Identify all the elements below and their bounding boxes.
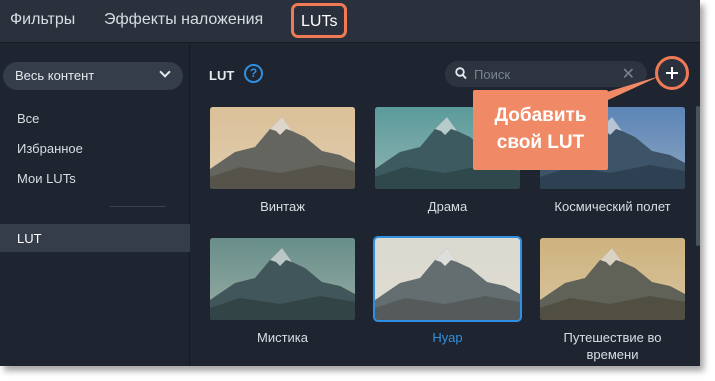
chevron-down-icon: [159, 66, 171, 78]
tab-overlay-effects[interactable]: Эффекты наложения: [104, 11, 263, 29]
lut-card[interactable]: Путешествие во времени: [540, 238, 685, 363]
lut-card-label: Путешествие во времени: [563, 330, 662, 362]
lut-card-label: Винтаж: [260, 199, 305, 214]
tab-luts[interactable]: LUTs: [291, 3, 348, 38]
sidebar-divider: [110, 206, 166, 207]
sidebar: Весь контент Все Избранное Мои LUTs LUT: [0, 44, 190, 366]
lut-card-label: Нуар: [432, 330, 463, 345]
sidebar-item-favorites[interactable]: Избранное: [17, 141, 83, 156]
dropdown-label: Весь контент: [15, 68, 95, 83]
lut-preview-thumbnail: [210, 107, 355, 189]
section-title: LUT: [209, 68, 235, 83]
help-icon[interactable]: ?: [244, 64, 263, 83]
lut-card-label: Мистика: [256, 330, 308, 345]
tab-bar: Фильтры Эффекты наложения LUTs: [0, 0, 700, 43]
add-lut-callout: Добавить свой LUT: [473, 90, 608, 170]
callout-line-1: Добавить: [494, 105, 587, 126]
lut-card-label: Космический полет: [554, 199, 671, 214]
lut-preview-thumbnail: [373, 236, 522, 322]
lut-card[interactable]: Винтаж: [210, 107, 355, 215]
lut-preview-thumbnail: [540, 238, 685, 320]
add-lut-button[interactable]: [655, 56, 689, 90]
luts-panel: Фильтры Эффекты наложения LUTs Весь конт…: [0, 0, 700, 366]
sidebar-item-all[interactable]: Все: [17, 111, 39, 126]
search-placeholder: Поиск: [474, 67, 511, 82]
lut-preview-thumbnail: [210, 238, 355, 320]
clear-search-icon[interactable]: ✕: [622, 64, 635, 84]
sidebar-item-lut[interactable]: LUT: [0, 224, 190, 252]
search-icon: [455, 67, 467, 80]
scrollbar[interactable]: [696, 106, 700, 246]
search-field[interactable]: Поиск ✕: [445, 61, 647, 87]
content-filter-dropdown[interactable]: Весь контент: [3, 62, 183, 90]
sidebar-item-my-luts[interactable]: Мои LUTs: [17, 171, 76, 186]
callout-line-2: свой LUT: [496, 132, 585, 153]
lut-card-label: Драма: [427, 199, 468, 214]
lut-card[interactable]: Нуар: [373, 236, 522, 346]
main-content: LUT ? Поиск ✕ Винтаж Драма Космический пол…: [191, 44, 700, 366]
sidebar-item-label: LUT: [17, 231, 42, 246]
tab-filters[interactable]: Фильтры: [10, 11, 75, 29]
lut-card[interactable]: Мистика: [210, 238, 355, 346]
